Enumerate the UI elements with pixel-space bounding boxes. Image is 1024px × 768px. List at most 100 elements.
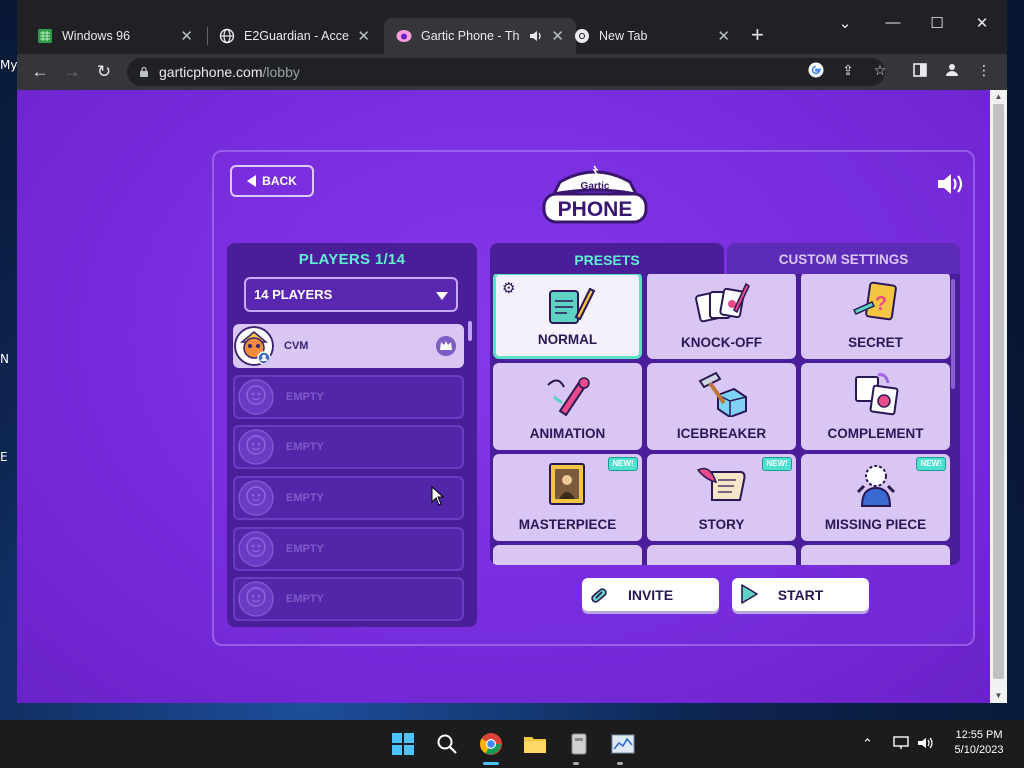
preset-animation[interactable]: ANIMATION xyxy=(493,363,642,450)
back-triangle-icon xyxy=(247,175,257,187)
preset-knock-off[interactable]: KNOCK-OFF xyxy=(647,274,796,359)
share-icon[interactable]: ⇪ xyxy=(836,58,860,82)
back-button[interactable]: BACK xyxy=(230,165,314,197)
clock-date: 5/10/2023 xyxy=(954,744,1004,756)
tab-custom-settings[interactable]: CUSTOM SETTINGS xyxy=(727,243,960,276)
empty-avatar-icon xyxy=(238,429,274,465)
app-icon[interactable] xyxy=(565,730,593,758)
preset-label: MASTERPIECE xyxy=(518,517,617,532)
sidepanel-icon[interactable] xyxy=(908,58,932,82)
players-scrollbar[interactable] xyxy=(468,321,472,341)
preset-partial-row[interactable] xyxy=(801,545,950,565)
google-icon[interactable] xyxy=(804,58,828,82)
volume-icon[interactable] xyxy=(917,736,935,753)
taskbar: ⌃ 12:55 PM 5/10/2023 xyxy=(0,720,1024,768)
cards-icon xyxy=(694,282,750,323)
tab-presets[interactable]: PRESETS xyxy=(490,243,724,276)
star-icon[interactable]: ☆ xyxy=(868,58,892,82)
tab-gartic-phone[interactable]: Gartic Phone - Th ✕ xyxy=(384,18,576,54)
chevron-down-icon[interactable]: ⌄ xyxy=(835,14,855,32)
preset-complement[interactable]: COMPLEMENT xyxy=(801,363,950,450)
search-icon[interactable] xyxy=(433,730,461,758)
windows-start-icon[interactable] xyxy=(389,730,417,758)
preset-label: NORMAL xyxy=(537,332,598,347)
preset-story[interactable]: NEW! STORY xyxy=(647,454,796,541)
profile-icon[interactable] xyxy=(940,58,964,82)
desktop-label: N xyxy=(0,352,9,366)
notepad-pencil-icon xyxy=(548,287,595,324)
network-icon[interactable] xyxy=(893,736,909,753)
players-select-value: 14 PLAYERS xyxy=(254,287,333,302)
logo-top-text: Gartic xyxy=(581,181,610,192)
start-button[interactable]: START xyxy=(732,578,869,611)
tab-title: Gartic Phone - Th xyxy=(421,29,520,43)
player-row: EMPTY xyxy=(233,577,464,621)
players-count-select[interactable]: 14 PLAYERS xyxy=(244,277,458,312)
folder-icon[interactable] xyxy=(521,730,549,758)
reload-icon[interactable]: ↻ xyxy=(91,59,117,85)
close-icon[interactable]: ✕ xyxy=(180,27,193,45)
preset-masterpiece[interactable]: NEW! MASTERPIECE xyxy=(493,454,642,541)
desktop-label: My xyxy=(0,58,18,72)
browser-window: Windows 96 ✕ E2Guardian - Access D ✕ Gar… xyxy=(17,0,1007,703)
player-row: EMPTY xyxy=(233,527,464,571)
tab-title: Windows 96 xyxy=(62,29,131,43)
windows96-icon xyxy=(37,28,53,44)
empty-avatar-icon xyxy=(238,581,274,617)
preset-label: ANIMATION xyxy=(529,426,606,441)
close-icon[interactable]: ✕ xyxy=(717,27,730,45)
tab-e2guardian[interactable]: E2Guardian - Access D ✕ xyxy=(207,18,382,54)
player-name: EMPTY xyxy=(286,391,324,403)
lock-icon xyxy=(139,66,149,78)
minimize-icon[interactable]: — xyxy=(883,14,903,31)
task-manager-icon[interactable] xyxy=(609,730,637,758)
lobby-panel: BACK Gartic PHONE PLAYERS 1/14 14 PLAYER… xyxy=(212,150,975,646)
maximize-icon[interactable]: ☐ xyxy=(927,14,947,32)
empty-avatar-icon xyxy=(238,531,274,567)
invite-label: INVITE xyxy=(627,586,674,603)
tab-new-tab[interactable]: New Tab ✕ xyxy=(562,18,742,54)
system-clock[interactable]: 12:55 PM 5/10/2023 xyxy=(944,728,1014,758)
preset-label: COMPLEMENT xyxy=(827,426,924,441)
speaker-icon[interactable] xyxy=(527,28,543,44)
running-indicator xyxy=(573,762,579,765)
sound-icon[interactable] xyxy=(936,172,964,196)
chrome-taskbar-icon[interactable] xyxy=(477,730,505,758)
new-badge: NEW! xyxy=(608,457,638,471)
presets-grid: ⚙ NORMAL KNOCK-OFF ? SECRET ANIMATION IC… xyxy=(490,274,960,565)
preset-icebreaker[interactable]: ICEBREAKER xyxy=(647,363,796,450)
crown-icon xyxy=(436,336,456,356)
new-badge: NEW! xyxy=(762,457,792,471)
close-window-icon[interactable]: ✕ xyxy=(972,14,992,32)
presets-scrollbar[interactable] xyxy=(951,279,955,389)
scroll-down-icon[interactable]: ▼ xyxy=(990,689,1007,703)
svg-text:?: ? xyxy=(874,293,886,315)
players-title: PLAYERS 1/14 xyxy=(298,251,406,268)
forward-arrow-icon[interactable]: → xyxy=(59,59,85,85)
scroll-up-icon[interactable]: ▲ xyxy=(990,90,1007,104)
caret-down-icon xyxy=(436,292,448,300)
scroll-thumb[interactable] xyxy=(993,104,1004,679)
new-tab-plus-icon[interactable]: + xyxy=(751,22,764,48)
preset-secret[interactable]: ? SECRET xyxy=(801,274,950,359)
page-scrollbar[interactable]: ▲ ▼ xyxy=(990,90,1007,703)
gear-icon[interactable]: ⚙ xyxy=(502,279,515,297)
address-bar[interactable]: garticphone.com/lobby xyxy=(127,58,885,86)
empty-avatar-icon xyxy=(238,379,274,415)
new-badge: NEW! xyxy=(916,457,946,471)
url-host: garticphone.com xyxy=(159,64,263,80)
kebab-menu-icon[interactable]: ⋮ xyxy=(972,58,996,82)
tab-windows96[interactable]: Windows 96 ✕ xyxy=(25,18,205,54)
preset-normal[interactable]: ⚙ NORMAL xyxy=(493,274,642,359)
back-arrow-icon[interactable]: ← xyxy=(27,59,53,85)
invite-button[interactable]: INVITE xyxy=(582,578,719,611)
preset-partial-row[interactable] xyxy=(493,545,642,565)
close-icon[interactable]: ✕ xyxy=(357,27,370,45)
chevron-up-icon[interactable]: ⌃ xyxy=(862,736,873,752)
preset-partial-row[interactable] xyxy=(647,545,796,565)
browser-toolbar: ← → ↻ garticphone.com/lobby ⇪ ☆ ⋮ xyxy=(17,54,1007,90)
preset-label: MISSING PIECE xyxy=(824,517,927,532)
preset-missing-piece[interactable]: NEW! MISSING PIECE xyxy=(801,454,950,541)
start-label: START xyxy=(777,586,824,603)
player-row: EMPTY xyxy=(233,375,464,419)
